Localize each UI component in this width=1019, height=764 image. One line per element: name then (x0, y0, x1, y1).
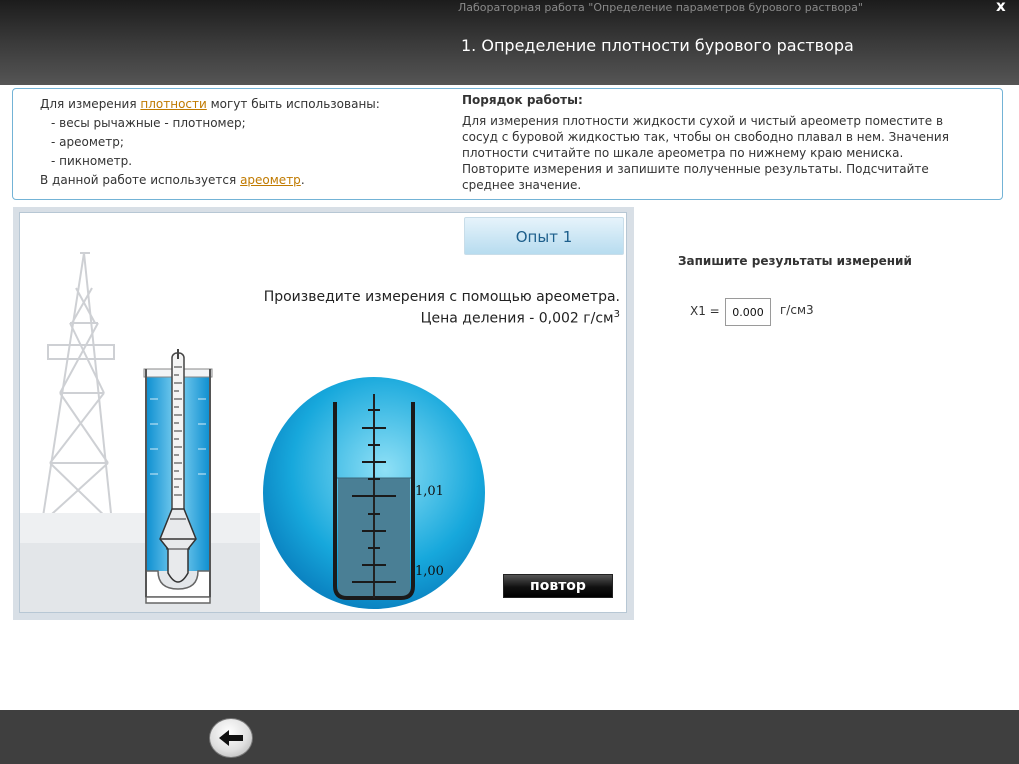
scale-label-lower: 1,00 (415, 564, 444, 579)
arrow-left-icon (219, 730, 243, 746)
experiment-canvas: Опыт 1 Произведите измерения с помощью а… (19, 212, 627, 613)
experiment-instruction: Произведите измерения с помощью ареометр… (220, 289, 620, 328)
cubic-superscript: 3 (613, 309, 620, 320)
section-title: 1. Определение плотности бурового раство… (461, 36, 854, 55)
instruction-line: Произведите измерения с помощью ареометр… (263, 289, 620, 305)
used-prefix: В данной работе используется (40, 173, 241, 187)
method-item: - ареометр; (51, 135, 124, 149)
division-price: Цена деления - 0,002 г/см (420, 310, 614, 327)
experiment-tab[interactable]: Опыт 1 (464, 217, 624, 255)
experiment-frame: Опыт 1 Произведите измерения с помощью а… (13, 207, 634, 620)
method-item: - весы рычажные - плотномер; (51, 116, 246, 130)
procedure-text: Для измерения плотности жидкости сухой и… (462, 114, 949, 192)
density-link[interactable]: плотности (140, 97, 206, 111)
hydrometer-in-cylinder (143, 349, 213, 604)
close-icon[interactable]: x (996, 0, 1006, 15)
magnified-scale-view (263, 377, 485, 609)
repeat-button[interactable]: повтор (503, 574, 613, 598)
scale-label-upper: 1,01 (415, 484, 444, 499)
x1-label: X1 = (690, 304, 720, 318)
hydrometer-link[interactable]: ареометр (240, 173, 301, 187)
method-item: - пикнометр. (51, 154, 133, 168)
footer-bar (0, 710, 1019, 764)
methods-list: Для измерения плотности могут быть испол… (40, 95, 380, 190)
used-suffix: . (300, 173, 305, 187)
results-title: Запишите результаты измерений (678, 254, 912, 268)
x1-unit: г/см3 (780, 303, 814, 317)
title-bar: Лабораторная работа "Определение парамет… (0, 0, 1019, 85)
intro-suffix: могут быть использованы: (206, 97, 380, 111)
lab-title: Лабораторная работа "Определение парамет… (458, 1, 863, 14)
back-button[interactable] (209, 718, 253, 758)
procedure-title: Порядок работы: (462, 93, 583, 107)
x1-input[interactable] (725, 298, 771, 326)
intro-prefix: Для измерения (40, 97, 141, 111)
info-panel: Для измерения плотности могут быть испол… (12, 88, 1003, 200)
